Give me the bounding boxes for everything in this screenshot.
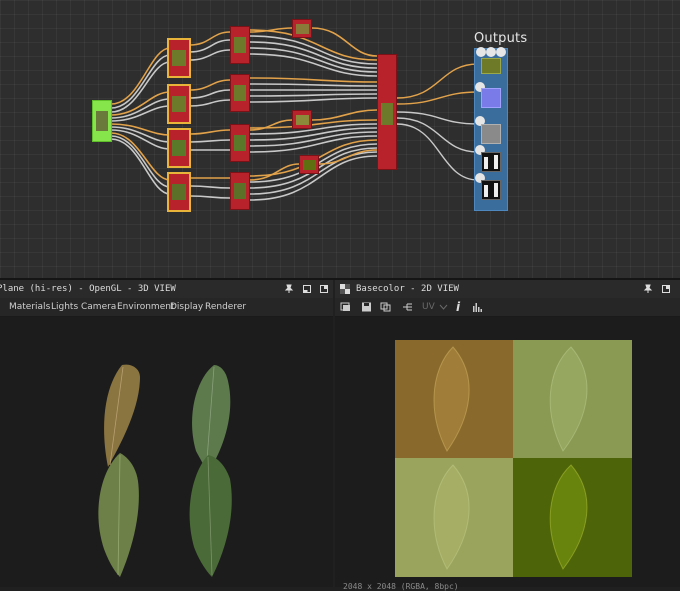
uv-dropdown[interactable]: UV <box>422 298 435 316</box>
save-icon[interactable] <box>361 302 372 312</box>
maximize-icon[interactable] <box>661 284 671 294</box>
3d-view-menubar: Materials Lights Camera Environment Disp… <box>0 298 333 317</box>
menu-camera[interactable]: Camera <box>81 298 116 316</box>
menu-environment[interactable]: Environment <box>117 298 174 316</box>
copy-icon[interactable] <box>380 302 391 312</box>
2d-view-panel[interactable]: Basecolor - 2D VIEW UV i 2048 x 2048 (RG… <box>335 280 680 591</box>
output-mask-glyphs <box>484 155 498 197</box>
leaf-model-1 <box>104 364 140 467</box>
node-graph-canvas[interactable]: Outputs <box>0 0 680 278</box>
menu-materials[interactable]: Materials <box>9 298 50 316</box>
3d-view-panel[interactable]: Plane (hi-res) - OpenGL - 3D VIEW Materi… <box>0 280 333 587</box>
3d-view-titlebar: Plane (hi-res) - OpenGL - 3D VIEW <box>0 280 333 298</box>
2d-view-title: Basecolor - 2D VIEW <box>356 284 459 294</box>
channels-icon[interactable] <box>402 302 413 312</box>
info-button[interactable]: i <box>456 298 460 316</box>
leaf-model-3 <box>98 453 139 577</box>
leaf-model-4 <box>189 455 232 577</box>
pin-icon[interactable] <box>284 284 294 294</box>
2d-view-titlebar: Basecolor - 2D VIEW <box>335 280 680 298</box>
menu-renderer[interactable]: Renderer <box>205 298 246 316</box>
3d-viewport[interactable] <box>0 317 333 587</box>
maximize-icon[interactable] <box>319 284 329 294</box>
pin-icon[interactable] <box>643 284 653 294</box>
histogram-icon[interactable] <box>472 302 483 312</box>
menu-lights[interactable]: Lights <box>51 298 78 316</box>
texture-preview <box>395 340 632 577</box>
minimize-icon[interactable] <box>302 284 312 294</box>
3d-view-title: Plane (hi-res) - OpenGL - 3D VIEW <box>0 284 176 294</box>
2d-viewport[interactable] <box>335 317 680 587</box>
chevron-down-icon[interactable] <box>438 302 449 312</box>
menu-display[interactable]: Display <box>170 298 203 316</box>
checkerboard-icon <box>340 284 350 294</box>
2d-view-toolbar: UV i <box>335 298 680 317</box>
fit-view-icon[interactable] <box>340 302 351 312</box>
